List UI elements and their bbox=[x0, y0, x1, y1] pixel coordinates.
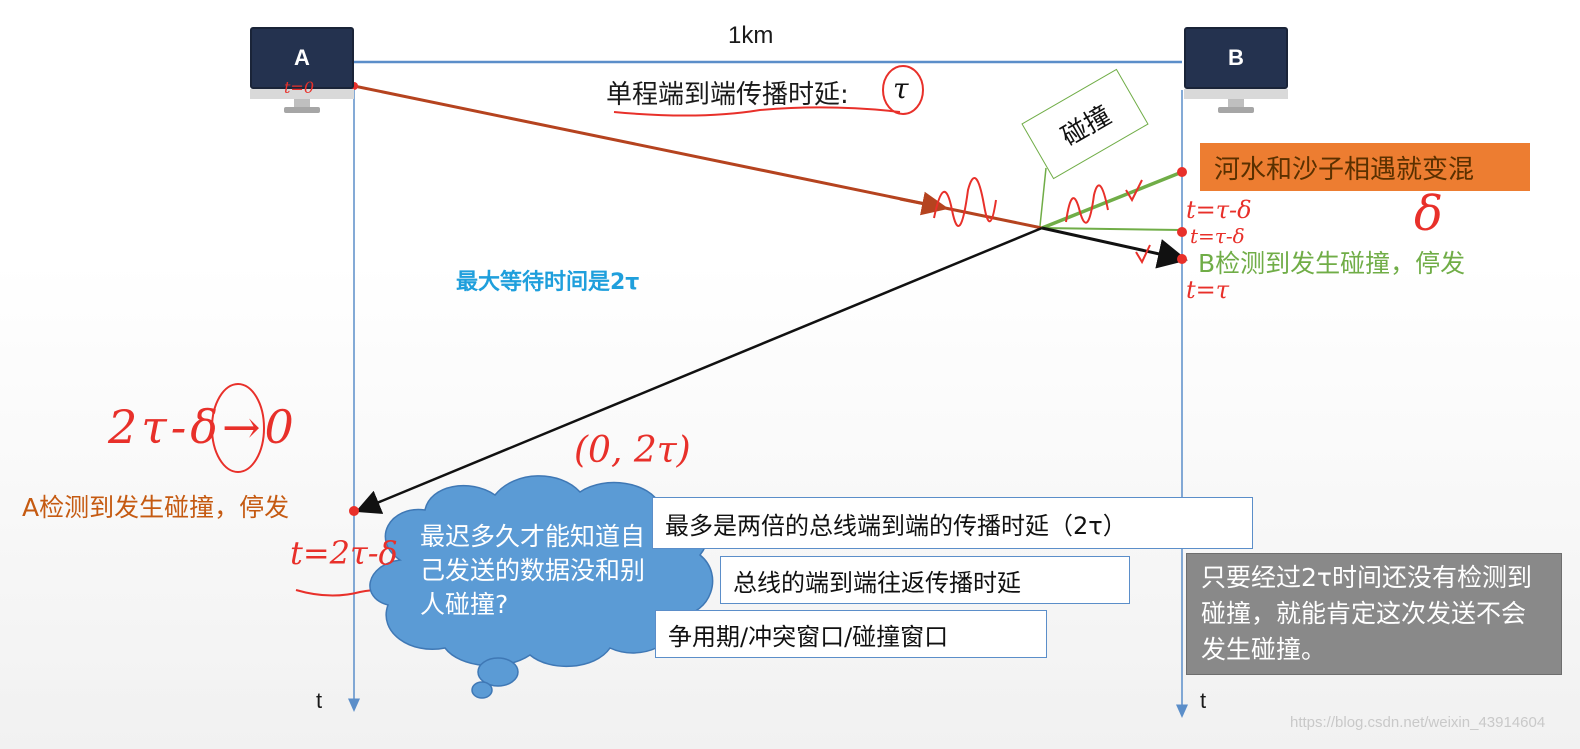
hw-limit: 2τ-δ→0 bbox=[108, 400, 298, 454]
answer-box-contention: 争用期/冲突窗口/碰撞窗口 bbox=[655, 610, 1047, 658]
signal-a-head bbox=[899, 191, 949, 216]
mud-note: 河水和沙子相遇就变混 bbox=[1200, 143, 1530, 191]
host-b-label: B bbox=[1184, 27, 1288, 89]
check-mark-2 bbox=[1135, 244, 1151, 265]
hw-interval: (0, 2τ) bbox=[574, 430, 691, 471]
distance-label: 1km bbox=[728, 22, 774, 49]
dot-b-1 bbox=[1177, 167, 1187, 177]
answer-box-round-trip: 总线的端到端往返传播时延 bbox=[720, 556, 1130, 604]
time-label-b: t bbox=[1200, 688, 1207, 713]
grey-note: 只要经过2τ时间还没有检测到碰撞，就能肯定这次发送不会发生碰撞。 bbox=[1186, 553, 1562, 675]
delay-label: 单程端到端传播时延: bbox=[606, 80, 849, 110]
cloud-bubble-2 bbox=[471, 681, 493, 699]
collision-to-b-arrow bbox=[1041, 226, 1188, 269]
signal-b-green-2 bbox=[1041, 227, 1183, 231]
wiggle-red bbox=[933, 177, 997, 227]
dot-a-end bbox=[349, 506, 359, 516]
hw-delta: δ bbox=[1414, 186, 1443, 242]
collision-tag-pointer bbox=[1039, 167, 1047, 227]
max-wait-text: 最大等待时间是2τ bbox=[456, 270, 640, 295]
host-a-monitor: A bbox=[250, 27, 354, 117]
csma-cd-diagram: A B 1km 单程端到端传播时延: τ 碰撞 河水和沙子相遇就变混 B检测到发… bbox=[0, 0, 1580, 749]
time-label-a: t bbox=[316, 688, 323, 713]
signal-b-green bbox=[1041, 170, 1183, 230]
cloud-question: 最迟多久才能知道自己发送的数据没和别人碰撞? bbox=[420, 522, 646, 619]
b-detect-text: B检测到发生碰撞，停发 bbox=[1198, 249, 1466, 278]
hw-b-t2: t=τ-δ bbox=[1190, 224, 1245, 248]
hw-t0: t=0 bbox=[284, 78, 315, 97]
a-detect-text: A检测到发生碰撞，停发 bbox=[22, 493, 290, 522]
answer-box-2tau: 最多是两倍的总线端到端的传播时延（2τ） bbox=[652, 497, 1253, 549]
dot-b-2 bbox=[1177, 227, 1187, 237]
hw-b-t1: t=τ-δ bbox=[1186, 196, 1252, 224]
hw-a-t: t=2τ-δ bbox=[290, 534, 398, 572]
host-b-monitor: B bbox=[1184, 27, 1288, 117]
watermark: https://blog.csdn.net/weixin_43914604 bbox=[1290, 714, 1546, 731]
delay-symbol: τ bbox=[893, 72, 909, 105]
hw-b-t3: t=τ bbox=[1186, 276, 1230, 304]
dot-b-3 bbox=[1177, 254, 1187, 264]
